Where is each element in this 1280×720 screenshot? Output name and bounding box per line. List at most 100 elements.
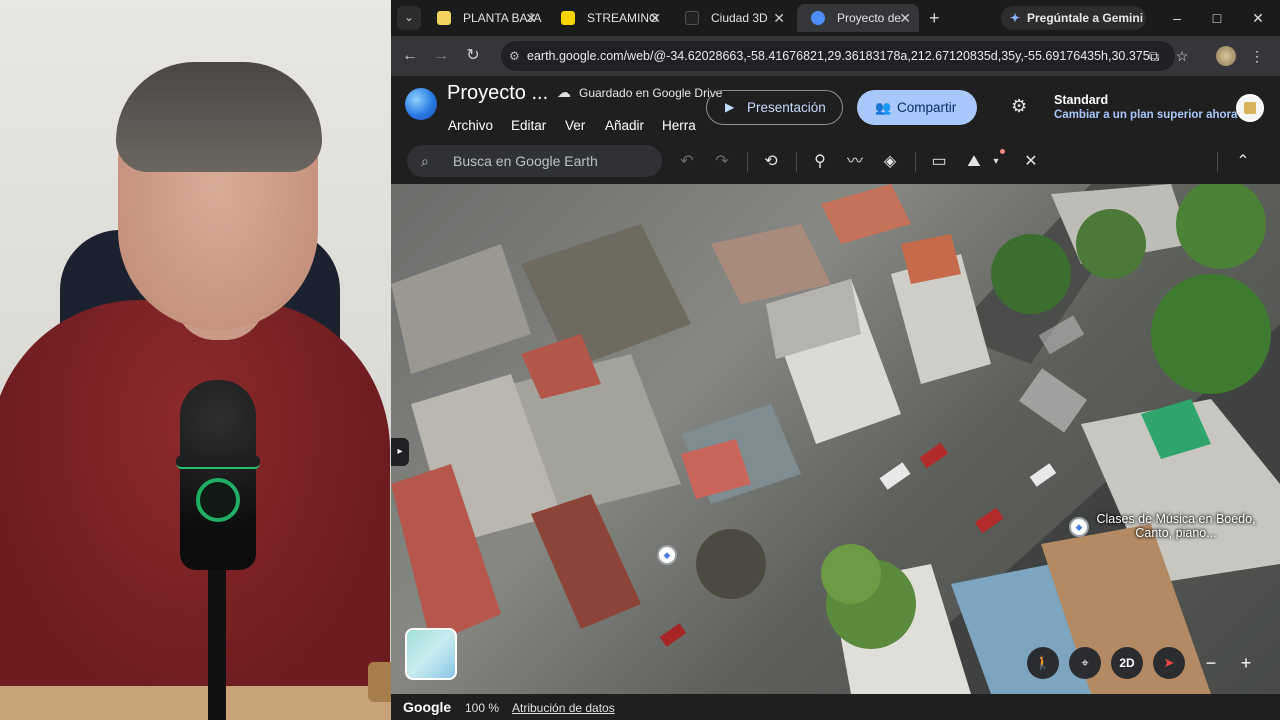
place-pin-icon[interactable]: ◆ [657,545,677,565]
share-label: Compartir [897,100,957,115]
profile-avatar[interactable] [1216,46,1236,66]
data-attribution-link[interactable]: Atribución de datos [512,701,615,715]
settings-gear-icon[interactable]: ⚙ [1011,96,1027,117]
tab-close-icon[interactable]: ✕ [649,4,661,32]
person-hair [116,62,322,172]
measure-ruler-icon[interactable]: ▭ [927,150,951,174]
car [974,507,1004,534]
google-earth-logo-icon[interactable] [405,88,437,120]
google-logo: Google [403,699,452,715]
search-placeholder: Busca en Google Earth [453,153,598,169]
view-mode-2d-button[interactable]: 2D [1111,647,1143,679]
menu-archivo[interactable]: Archivo [448,118,493,133]
microphone-band [176,455,260,469]
my-location-icon[interactable]: ⌖ [1069,647,1101,679]
gemini-label: Pregúntale a Gemini [1027,11,1144,25]
tab-strip: ⌄ PLANTA BAJA ✕ STREAMING ✕ Ciudad 3D ✕ … [391,0,1280,36]
menu-ver[interactable]: Ver [565,118,585,133]
place-label[interactable]: Clases de Música en Boedo, Canto, piano.… [1096,512,1256,540]
draw-path-icon[interactable]: 〰 [843,150,867,174]
car [1029,463,1057,487]
tab-favicon [811,11,825,25]
layers-icon[interactable]: ◈ [878,150,902,174]
webcam-video [0,0,391,720]
satellite-icon[interactable]: ✕ [1019,150,1043,174]
forward-arrow-icon[interactable]: → [429,44,453,68]
address-bar[interactable]: ⚙ earth.google.com/web/@-34.62028663,-58… [501,41,1175,71]
compass-icon[interactable]: ➤ [1153,647,1185,679]
earth-header: Proyecto ... ☁ Guardado en Google Drive … [391,76,1280,184]
car [659,623,687,647]
scale-readout: 100 % [465,701,500,715]
slideshow-icon: ▶ [725,100,735,114]
microphone [180,380,256,570]
tab-proyecto[interactable]: Proyecto de ✕ [797,4,919,32]
place-pin-icon[interactable]: ◆ [1069,517,1089,537]
tab-search-button[interactable]: ⌄ [397,6,421,30]
chevron-down-icon[interactable]: ▾ [984,150,1008,174]
people-icon: 👥 [875,100,892,115]
back-arrow-icon[interactable]: ← [398,44,422,68]
toolbar-divider [915,152,916,172]
car [879,462,911,490]
zoom-out-icon[interactable]: − [1195,647,1227,679]
bookmark-star-icon[interactable]: ☆ [1171,45,1193,67]
saved-status: ☁ Guardado en Google Drive [557,84,723,100]
account-avatar[interactable] [1236,94,1264,122]
mate-cup [368,662,391,702]
tab-favicon [437,11,451,25]
historical-imagery-icon[interactable]: ⟲ [759,150,783,174]
tab-close-icon[interactable]: ✕ [899,4,911,32]
tab-label: Proyecto de [837,11,902,25]
tab-favicon [685,11,699,25]
tab-close-icon[interactable]: ✕ [773,4,785,32]
menu-anadir[interactable]: Añadir [605,118,644,133]
map-style-thumbnail[interactable] [405,628,457,680]
tree [1151,274,1271,394]
close-window-button[interactable]: ✕ [1246,6,1270,30]
saved-status-text: Guardado en Google Drive [579,86,723,100]
data-layers-icon[interactable]: ⛰ [962,150,986,174]
undo-icon[interactable]: ↶ [675,150,699,174]
site-info-icon[interactable]: ⚙ [509,41,520,71]
browser-menu-icon[interactable]: ⋮ [1246,45,1268,67]
red-roof [821,184,911,244]
earth-search-input[interactable]: ⌕ Busca en Google Earth [407,145,662,177]
notification-dot [1000,149,1005,154]
reload-icon[interactable]: ↻ [461,44,485,68]
toolbar-divider [747,152,748,172]
maximize-button[interactable]: □ [1205,6,1229,30]
tab-label: Ciudad 3D [711,11,768,25]
pegman-street-view-icon[interactable]: 🚶 [1027,647,1059,679]
url-text: earth.google.com/web/@-34.62028663,-58.4… [527,49,1161,63]
redo-icon[interactable]: ↷ [710,150,734,174]
presentation-button[interactable]: ▶ Presentación [706,90,843,125]
tab-close-icon[interactable]: ✕ [525,4,537,32]
red-roof [531,494,641,629]
sidebar-toggle-chevron-icon[interactable]: ▸ [391,438,409,466]
menu-editar[interactable]: Editar [511,118,546,133]
zoom-in-icon[interactable]: + [1230,647,1262,679]
gemini-sparkle-icon: ✦ [1010,11,1021,25]
collapse-toolbar-icon[interactable]: ⌃ [1231,150,1255,174]
minimize-button[interactable]: – [1165,6,1189,30]
tab-planta-baja[interactable]: PLANTA BAJA ✕ [423,4,545,32]
gemini-button[interactable]: ✦ Pregúntale a Gemini [1001,6,1146,30]
menu-herramientas[interactable]: Herra [662,118,696,133]
desk [0,686,391,720]
install-app-icon[interactable]: ⧉ [1143,45,1165,67]
new-tab-button[interactable]: + [929,6,940,30]
tab-ciudad-3d[interactable]: Ciudad 3D ✕ [671,4,793,32]
plan-name: Standard [1054,93,1109,107]
tab-streaming[interactable]: STREAMING ✕ [547,4,669,32]
cloud-check-icon: ☁ [557,84,571,100]
share-button[interactable]: 👥 Compartir [857,90,977,125]
browser-window: ⌄ PLANTA BAJA ✕ STREAMING ✕ Ciudad 3D ✕ … [391,0,1280,720]
add-placemark-icon[interactable]: ⚲ [808,150,832,174]
earth-status-bar: Google 100 % Atribución de datos [391,694,1280,720]
plan-upgrade-link[interactable]: Cambiar a un plan superior ahora [1054,109,1237,121]
microphone-light-ring [196,478,240,522]
project-title[interactable]: Proyecto ... [447,82,548,105]
toolbar-divider [796,152,797,172]
earth-3d-map[interactable]: ◆ ◆ Clases de Música en Boedo, Canto, pi… [391,184,1280,694]
